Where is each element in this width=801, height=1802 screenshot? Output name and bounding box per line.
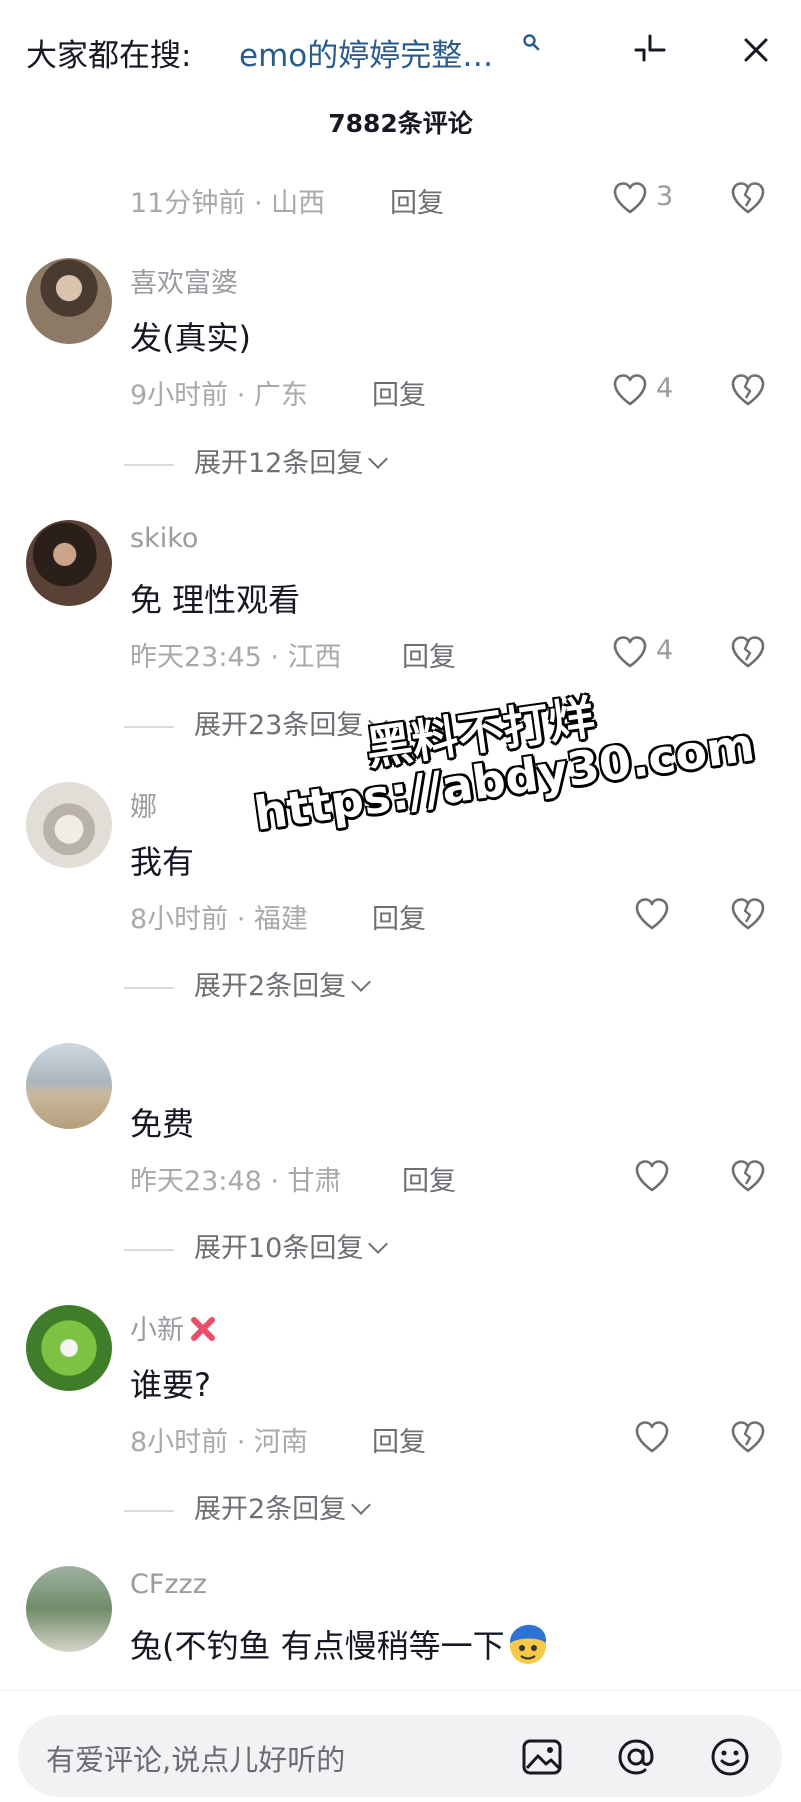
comment-composer: 有爱评论,说点儿好听的 [0, 1690, 801, 1802]
reply-button[interactable]: 回复 [372, 1420, 426, 1459]
avatar[interactable] [26, 1566, 112, 1652]
expand-replies-label: 展开2条回复 [194, 1494, 347, 1525]
collapse-icon[interactable] [630, 30, 670, 70]
close-icon[interactable] [736, 30, 776, 70]
username-label: 小新 [130, 1315, 184, 1346]
expand-replies-label: 展开23条回复 [194, 710, 364, 741]
comment-username[interactable]: 小新 [130, 1308, 218, 1347]
dislike-icon[interactable] [728, 178, 768, 218]
comment-meta: 昨天23:48 · 甘肃 [130, 1166, 342, 1197]
comment-username[interactable]: 喜欢富婆 [130, 261, 238, 300]
comment-username[interactable]: 娜 [130, 785, 157, 824]
comment-count: 7882条评论 [328, 109, 473, 138]
reply-button[interactable]: 回复 [372, 897, 426, 936]
chevron-down-icon [368, 449, 389, 469]
search-icon[interactable] [522, 33, 540, 51]
dislike-icon[interactable] [728, 894, 768, 934]
comment-input[interactable]: 有爱评论,说点儿好听的 [18, 1715, 782, 1797]
divider-line [124, 1509, 174, 1512]
comment-text: 兔(不钓鱼 有点慢稍等一下 [130, 1621, 551, 1667]
reply-button[interactable]: 回复 [402, 1159, 456, 1198]
watermark-line1: 黑料不打烊 [362, 690, 599, 776]
comment-text: 发(真实) [130, 319, 251, 357]
chevron-down-icon [368, 711, 389, 731]
emoji-icon [509, 1624, 546, 1664]
expand-replies-button[interactable]: 展开23条回复 [124, 703, 389, 743]
dislike-icon[interactable] [728, 632, 768, 672]
emoji-icon[interactable] [708, 1735, 752, 1779]
heart-icon[interactable] [610, 178, 650, 218]
search-prefix-label: 大家都在搜: [26, 38, 192, 74]
avatar[interactable] [26, 1043, 112, 1129]
chevron-down-icon [368, 1234, 389, 1254]
expand-replies-button[interactable]: 展开10条回复 [124, 1226, 389, 1266]
comment-input-placeholder: 有爱评论,说点儿好听的 [46, 1743, 346, 1777]
comment-username[interactable]: skiko [130, 523, 198, 554]
avatar[interactable] [26, 520, 112, 606]
reply-button[interactable]: 回复 [390, 181, 444, 220]
image-icon[interactable] [520, 1735, 564, 1779]
avatar[interactable] [26, 1305, 112, 1391]
comment-username[interactable]: CFzzz [130, 1569, 207, 1600]
like-count: 3 [656, 181, 674, 212]
dislike-icon[interactable] [728, 370, 768, 410]
heart-icon[interactable] [632, 1417, 672, 1457]
expand-replies-button[interactable]: 展开2条回复 [124, 964, 372, 1004]
comment-text: 免 理性观看 [130, 581, 301, 619]
comment-text: 我有 [130, 843, 195, 881]
header: 大家都在搜: emo的婷婷完整… [0, 0, 801, 100]
heart-icon[interactable] [632, 1156, 672, 1196]
reply-button[interactable]: 回复 [372, 373, 426, 412]
expand-replies-label: 展开2条回复 [194, 971, 347, 1002]
expand-replies-label: 展开12条回复 [194, 448, 364, 479]
expand-replies-button[interactable]: 展开2条回复 [124, 1487, 372, 1527]
expand-replies-button[interactable]: 展开12条回复 [124, 441, 389, 481]
expand-replies-label: 展开10条回复 [194, 1233, 364, 1264]
divider-line [124, 725, 174, 728]
chevron-down-icon [351, 1495, 372, 1515]
reply-button[interactable]: 回复 [402, 635, 456, 674]
at-icon[interactable] [614, 1735, 658, 1779]
dislike-icon[interactable] [728, 1156, 768, 1196]
red-x-badge-icon [191, 1317, 215, 1341]
like-count: 4 [656, 635, 674, 666]
divider-line [124, 463, 174, 466]
comment-text: 免费 [130, 1105, 195, 1143]
comment-meta: 昨天23:45 · 江西 [130, 642, 342, 673]
heart-icon[interactable] [610, 632, 650, 672]
comment-text-label: 兔(不钓鱼 有点慢稍等一下 [130, 1627, 505, 1665]
comment-text: 谁要? [130, 1366, 211, 1404]
watermark: 黑料不打烊 https://abdy30.com [240, 640, 763, 908]
avatar[interactable] [26, 782, 112, 868]
comment-meta: 11分钟前 · 山西 [130, 188, 326, 219]
like-count: 4 [656, 373, 674, 404]
heart-icon[interactable] [632, 894, 672, 934]
avatar[interactable] [26, 258, 112, 344]
divider-line [124, 986, 174, 989]
trending-search-link[interactable]: emo的婷婷完整… [239, 30, 493, 75]
comment-meta: 8小时前 · 河南 [130, 1427, 308, 1458]
comment-meta: 9小时前 · 广东 [130, 380, 308, 411]
heart-icon[interactable] [610, 370, 650, 410]
dislike-icon[interactable] [728, 1417, 768, 1457]
chevron-down-icon [351, 972, 372, 992]
comment-meta: 8小时前 · 福建 [130, 904, 308, 935]
divider-line [124, 1248, 174, 1251]
